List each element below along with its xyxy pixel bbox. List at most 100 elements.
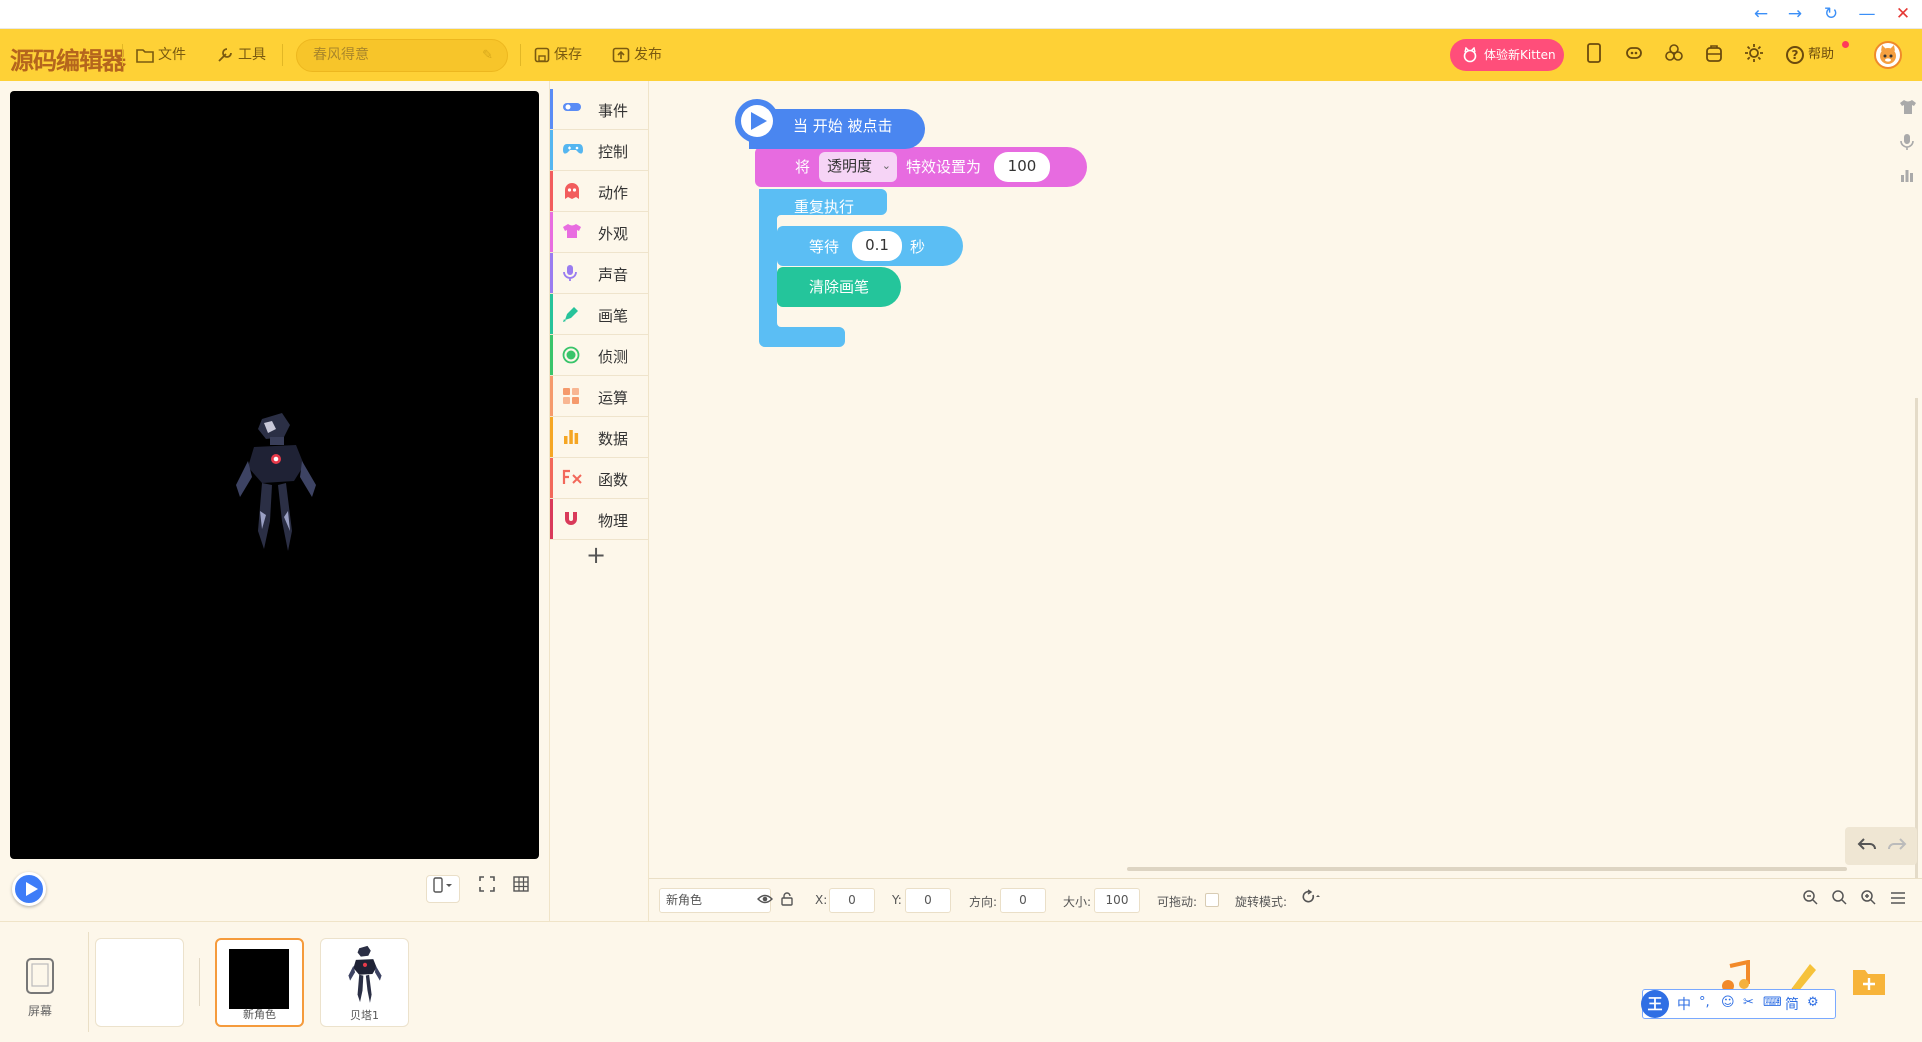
add-folder-icon[interactable] bbox=[1852, 966, 1886, 1000]
magnet-icon bbox=[562, 510, 582, 528]
grid-toggle-button[interactable] bbox=[504, 875, 538, 903]
window-titlebar: ← → ↻ — ✕ bbox=[0, 0, 1922, 29]
category-item[interactable]: 动作 bbox=[550, 171, 649, 212]
y-position-input[interactable]: 0 bbox=[905, 888, 951, 913]
sprite-card-beta1[interactable]: 贝塔1 bbox=[320, 938, 409, 1027]
category-color-bar bbox=[550, 294, 553, 334]
edit-pencil-icon[interactable]: ✎ bbox=[482, 40, 493, 71]
category-item[interactable]: 外观 bbox=[550, 212, 649, 253]
ime-settings-gear-icon[interactable]: ⚙ bbox=[1807, 995, 1819, 1010]
direction-input[interactable]: 0 bbox=[1000, 888, 1046, 913]
publish-button[interactable]: 发布 bbox=[612, 43, 662, 67]
backpack-icon[interactable] bbox=[1702, 43, 1726, 67]
emoji-icon[interactable]: ☺ bbox=[1721, 995, 1735, 1010]
category-item[interactable]: 物理 bbox=[550, 499, 649, 540]
bar-chart-icon bbox=[562, 428, 582, 446]
magnifier-icon bbox=[1832, 890, 1847, 905]
size-input[interactable]: 100 bbox=[1094, 888, 1140, 913]
keyboard-icon[interactable]: ⌨ bbox=[1763, 995, 1782, 1010]
try-kitten-button[interactable]: 体验新Kitten bbox=[1450, 39, 1564, 71]
sprite-card-label: 贝塔1 bbox=[350, 1009, 379, 1022]
save-icon bbox=[534, 47, 550, 63]
file-menu[interactable]: 文件 bbox=[136, 43, 186, 67]
lock-icon[interactable] bbox=[780, 892, 794, 910]
device-icon[interactable] bbox=[1582, 43, 1606, 67]
stage-canvas[interactable] bbox=[10, 91, 539, 859]
set-effect-suffix: 特效设置为 bbox=[906, 158, 982, 176]
sprite-robot-figure[interactable] bbox=[232, 411, 320, 556]
background-sprite-card[interactable] bbox=[95, 938, 184, 1027]
robot-icon[interactable] bbox=[1622, 43, 1646, 67]
category-item[interactable]: 事件 bbox=[550, 89, 649, 130]
category-color-bar bbox=[550, 458, 553, 498]
save-button[interactable]: 保存 bbox=[534, 43, 582, 67]
gamepad-icon bbox=[562, 141, 583, 159]
draggable-label: 可拖动: bbox=[1157, 895, 1198, 909]
costume-shirt-icon[interactable] bbox=[1899, 99, 1916, 115]
scissors-icon[interactable]: ✂ bbox=[1743, 995, 1754, 1010]
effect-value-input[interactable]: 100 bbox=[994, 152, 1050, 182]
zoom-in-button[interactable] bbox=[1857, 889, 1879, 911]
zoom-out-button[interactable] bbox=[1799, 889, 1821, 911]
ime-logo[interactable]: 王 bbox=[1641, 990, 1669, 1018]
set-effect-prefix: 将 bbox=[795, 158, 811, 176]
x-position-input[interactable]: 0 bbox=[829, 888, 875, 913]
stage-panel bbox=[0, 81, 549, 921]
ime-language-toggle[interactable]: 中 bbox=[1677, 994, 1691, 1014]
category-item[interactable]: 画笔 bbox=[550, 294, 649, 335]
workspace-menu-button[interactable] bbox=[1887, 889, 1909, 911]
horizontal-scrollbar[interactable] bbox=[1127, 867, 1847, 871]
refresh-button[interactable]: ↻ bbox=[1816, 2, 1846, 26]
question-icon: ? bbox=[1786, 45, 1804, 64]
wait-seconds-input[interactable]: 0.1 bbox=[852, 231, 902, 261]
block-script[interactable] bbox=[649, 81, 1249, 381]
sound-microphone-icon[interactable] bbox=[1899, 133, 1915, 150]
zoom-reset-button[interactable] bbox=[1828, 889, 1850, 911]
effect-type-dropdown[interactable]: 透明度 ⌄ bbox=[819, 152, 897, 182]
file-menu-label: 文件 bbox=[158, 47, 186, 63]
tools-menu[interactable]: 工具 bbox=[216, 43, 266, 67]
code-workspace[interactable]: 当 开始 被点击 将 透明度 ⌄ 特效设置为 100 重复执行 等待 0.1 秒… bbox=[649, 81, 1922, 918]
help-label: 帮助 bbox=[1808, 47, 1835, 62]
category-item[interactable]: 控制 bbox=[550, 130, 649, 171]
settings-gear-icon[interactable] bbox=[1742, 43, 1766, 67]
minimize-button[interactable]: — bbox=[1852, 2, 1882, 26]
visibility-eye-icon[interactable] bbox=[757, 892, 773, 910]
category-item[interactable]: 侦测 bbox=[550, 335, 649, 376]
tools-menu-label: 工具 bbox=[238, 47, 266, 63]
wrench-icon bbox=[218, 48, 232, 62]
hamburger-menu-icon bbox=[1891, 892, 1905, 904]
screen-button[interactable]: 屏幕 bbox=[20, 956, 60, 1022]
extensions-icon[interactable] bbox=[1662, 43, 1686, 67]
variables-chart-icon[interactable] bbox=[1899, 167, 1915, 183]
direction-label: 方向: bbox=[969, 895, 998, 909]
size-label: 大小: bbox=[1063, 895, 1092, 909]
sprite-name-input[interactable]: 新角色 bbox=[659, 888, 771, 913]
category-item[interactable]: 函数 bbox=[550, 458, 649, 499]
sprite-list-bar: 屏幕 新角色 贝塔1 bbox=[0, 921, 1922, 1042]
back-button[interactable]: ← bbox=[1746, 2, 1776, 26]
category-item[interactable]: 数据 bbox=[550, 417, 649, 458]
project-name-input[interactable]: 春风得意 ✎ bbox=[296, 39, 508, 72]
close-button[interactable]: ✕ bbox=[1888, 2, 1918, 26]
add-extension-button[interactable]: + bbox=[586, 541, 606, 569]
draggable-checkbox[interactable] bbox=[1205, 893, 1219, 907]
forward-button[interactable]: → bbox=[1780, 2, 1810, 26]
sensor-icon bbox=[562, 346, 582, 364]
punctuation-icon[interactable]: °, bbox=[1699, 995, 1710, 1010]
user-avatar[interactable] bbox=[1874, 41, 1902, 69]
help-button[interactable]: ? 帮助 bbox=[1786, 43, 1834, 67]
undo-icon[interactable] bbox=[1857, 836, 1877, 858]
ghost-icon bbox=[562, 182, 582, 200]
simplified-toggle[interactable]: 简 bbox=[1785, 994, 1799, 1014]
fullscreen-button[interactable] bbox=[470, 875, 504, 903]
rotation-mode-dropdown[interactable] bbox=[1295, 888, 1325, 913]
toolbar-divider bbox=[520, 44, 521, 66]
category-item[interactable]: 声音 bbox=[550, 253, 649, 294]
ime-toolbar[interactable]: 王 中 °, ☺ ✂ ⌨ 简 ⚙ bbox=[1641, 989, 1836, 1019]
category-item[interactable]: 运算 bbox=[550, 376, 649, 417]
device-orientation-button[interactable] bbox=[426, 875, 460, 903]
redo-icon[interactable] bbox=[1887, 836, 1907, 858]
sprite-card-new-role[interactable]: 新角色 bbox=[215, 938, 304, 1027]
run-button[interactable] bbox=[12, 872, 46, 906]
